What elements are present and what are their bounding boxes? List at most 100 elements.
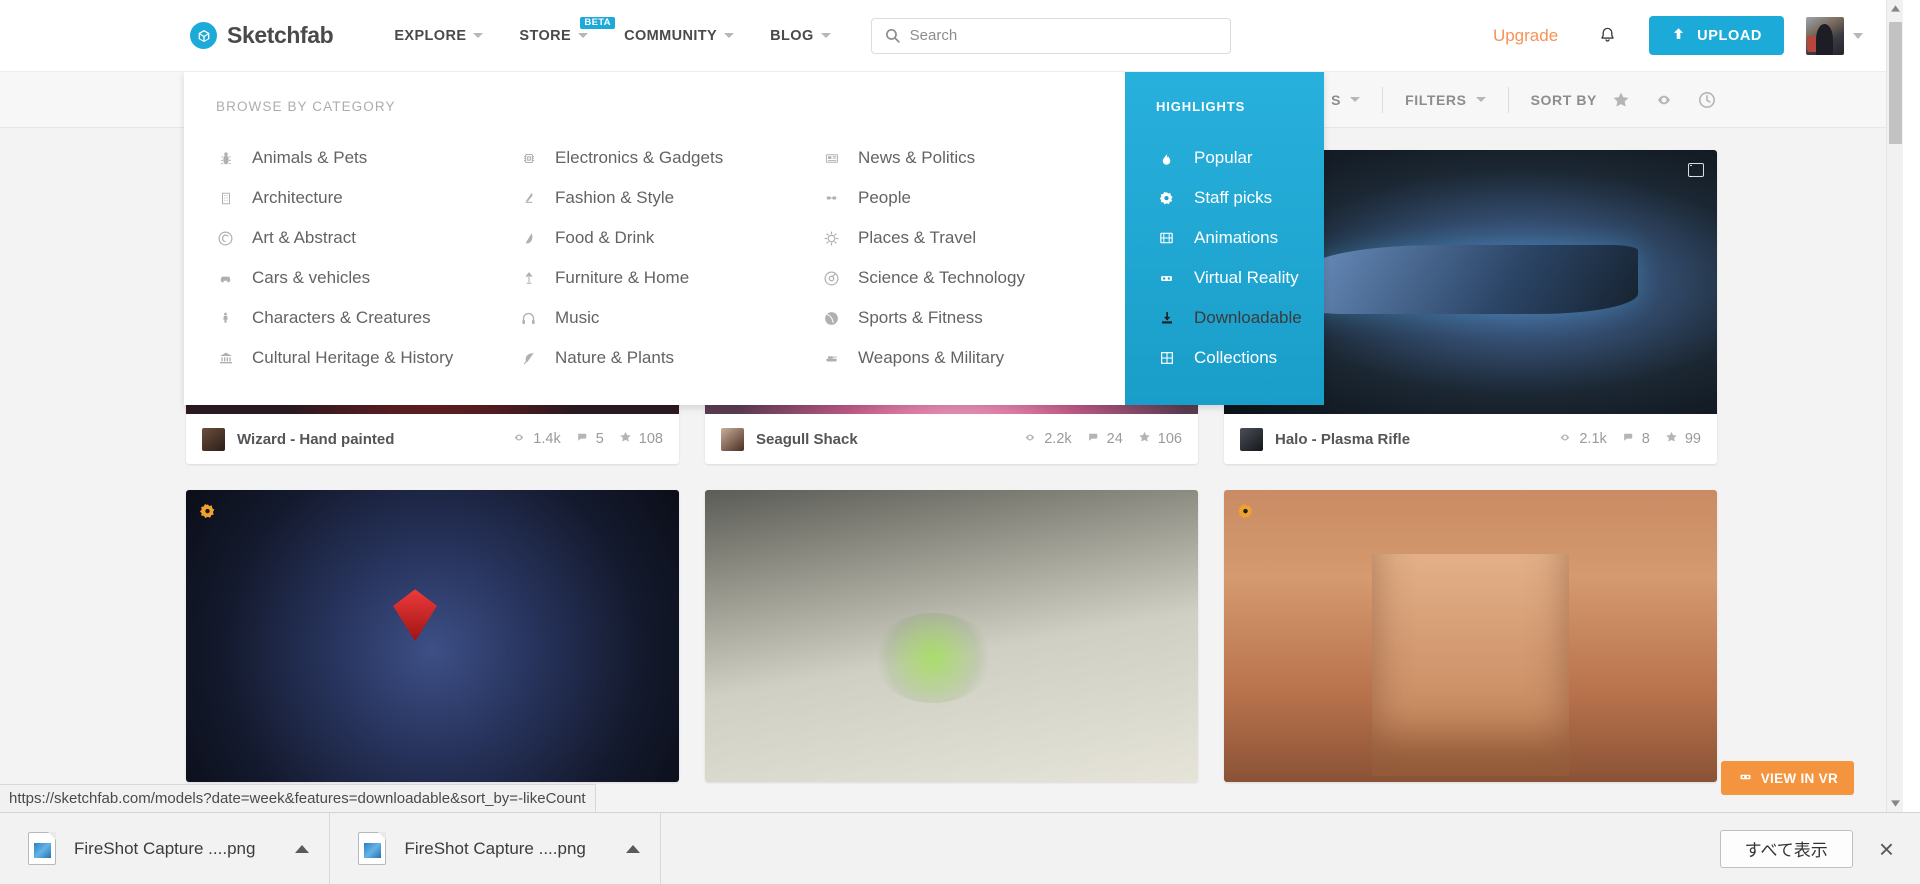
likes-stat: 99 — [1664, 430, 1701, 448]
download-item[interactable]: FireShot Capture ....png — [0, 812, 331, 884]
search-input[interactable] — [870, 17, 1231, 54]
png-file-icon — [358, 832, 387, 865]
category-item-nature-plants[interactable]: Nature & Plants — [519, 338, 822, 378]
category-item-furniture-home[interactable]: Furniture & Home — [519, 258, 822, 298]
category-item-music[interactable]: Music — [519, 298, 822, 338]
filter-categories-label: S — [1331, 91, 1342, 108]
nav-item-blog[interactable]: BLOG — [752, 0, 849, 72]
category-label: Animals & Pets — [252, 148, 368, 167]
filters-dropdown[interactable]: FILTERS — [1383, 86, 1509, 113]
chevron-down-icon — [820, 33, 831, 38]
chevron-up-icon[interactable] — [625, 844, 640, 853]
nav-item-store[interactable]: STORE BETA — [501, 0, 615, 72]
page-scrollbar[interactable] — [1886, 0, 1903, 812]
newspaper-icon — [822, 151, 841, 166]
chevron-up-icon[interactable] — [295, 844, 310, 853]
category-item-art-abstract[interactable]: Art & Abstract — [216, 218, 519, 258]
sort-icons — [1597, 90, 1717, 110]
download-item[interactable]: FireShot Capture ....png — [330, 812, 661, 884]
model-thumbnail[interactable] — [705, 490, 1198, 782]
category-item-weapons-military[interactable]: Weapons & Military — [822, 338, 1125, 378]
highlight-label: Virtual Reality — [1194, 268, 1299, 287]
category-column-2: Electronics & Gadgets Fashion & Style Fo… — [519, 138, 822, 378]
highlight-item-downloadable[interactable]: Downloadable — [1156, 298, 1324, 338]
model-card[interactable] — [1224, 490, 1717, 782]
category-label: People — [858, 188, 911, 207]
notifications-bell-icon[interactable] — [1598, 25, 1617, 46]
eye-icon — [1022, 431, 1038, 447]
car-icon — [216, 271, 235, 286]
highlight-item-popular[interactable]: Popular — [1156, 138, 1324, 178]
headphones-icon — [519, 310, 538, 327]
model-thumbnail[interactable] — [186, 490, 679, 782]
upgrade-link[interactable]: Upgrade — [1493, 26, 1558, 46]
avatar — [1806, 16, 1844, 55]
category-item-people[interactable]: People — [822, 178, 1125, 218]
comments-stat: 24 — [1086, 431, 1123, 448]
category-item-food-drink[interactable]: Food & Drink — [519, 218, 822, 258]
upload-arrow-icon — [1671, 26, 1686, 45]
eye-icon[interactable] — [1653, 92, 1675, 108]
likes-stat: 108 — [618, 430, 663, 448]
comment-icon — [575, 431, 590, 448]
scroll-up-arrow-icon[interactable] — [1887, 0, 1903, 17]
model-card[interactable] — [186, 490, 679, 782]
upload-button[interactable]: UPLOAD — [1649, 16, 1784, 55]
filters-label: FILTERS — [1405, 91, 1467, 108]
highlight-item-animations[interactable]: Animations — [1156, 218, 1324, 258]
author-avatar[interactable] — [202, 427, 225, 451]
likes-stat: 106 — [1137, 430, 1182, 448]
nav-label-community: COMMUNITY — [624, 27, 718, 44]
status-bar-url: https://sketchfab.com/models?date=week&f… — [0, 784, 596, 812]
model-stats: 2.1k 8 99 — [1557, 430, 1701, 448]
nav-item-explore[interactable]: EXPLORE — [376, 0, 501, 72]
view-in-vr-label: VIEW IN VR — [1760, 770, 1838, 786]
show-all-downloads-button[interactable]: すべて表示 — [1719, 829, 1853, 868]
model-title[interactable]: Halo - Plasma Rifle — [1275, 431, 1410, 448]
author-avatar[interactable] — [1240, 427, 1263, 451]
explore-mega-menu: BROWSE BY CATEGORY Animals & Pets Archit… — [184, 71, 1324, 405]
category-item-characters-creatures[interactable]: Characters & Creatures — [216, 298, 519, 338]
star-icon[interactable] — [1611, 90, 1631, 110]
category-item-fashion-style[interactable]: Fashion & Style — [519, 178, 822, 218]
model-thumbnail[interactable] — [1224, 490, 1717, 782]
highlights-panel: HIGHLIGHTS Popular Staff picks Animation… — [1125, 71, 1324, 405]
model-card[interactable] — [705, 490, 1198, 782]
author-avatar[interactable] — [721, 427, 744, 451]
category-item-animals-pets[interactable]: Animals & Pets — [216, 138, 519, 178]
highheel-icon — [519, 190, 538, 207]
highlight-item-collections[interactable]: Collections — [1156, 338, 1324, 378]
model-title[interactable]: Seagull Shack — [756, 431, 858, 448]
category-column-1: Animals & Pets Architecture Art & Abstra… — [216, 138, 519, 378]
category-item-places-travel[interactable]: Places & Travel — [822, 218, 1125, 258]
category-item-news-politics[interactable]: News & Politics — [822, 138, 1125, 178]
clock-icon[interactable] — [1697, 90, 1717, 110]
highlight-item-virtual-reality[interactable]: Virtual Reality — [1156, 258, 1324, 298]
highlight-item-staff-picks[interactable]: Staff picks — [1156, 178, 1324, 218]
grid-icon — [1156, 350, 1177, 366]
chip-icon — [519, 150, 538, 167]
category-item-cultural-heritage-history[interactable]: Cultural Heritage & History — [216, 338, 519, 378]
category-item-science-technology[interactable]: Science & Technology — [822, 258, 1125, 298]
building-icon — [216, 190, 235, 207]
vr-goggles-icon — [1737, 771, 1754, 786]
chevron-down-icon — [1350, 97, 1361, 102]
nav-item-community[interactable]: COMMUNITY — [606, 0, 752, 72]
header-actions: Upgrade UPLOAD — [1493, 16, 1863, 55]
category-item-architecture[interactable]: Architecture — [216, 178, 519, 218]
category-item-cars-vehicles[interactable]: Cars & vehicles — [216, 258, 519, 298]
view-in-vr-button[interactable]: VIEW IN VR — [1720, 761, 1854, 795]
browse-by-category-panel: BROWSE BY CATEGORY Animals & Pets Archit… — [184, 71, 1125, 405]
category-item-sports-fitness[interactable]: Sports & Fitness — [822, 298, 1125, 338]
category-item-electronics-gadgets[interactable]: Electronics & Gadgets — [519, 138, 822, 178]
model-title[interactable]: Wizard - Hand painted — [237, 431, 394, 448]
animated-badge-icon — [1688, 163, 1704, 177]
user-menu[interactable] — [1806, 16, 1863, 55]
sketchfab-logo[interactable]: Sketchfab — [190, 22, 334, 49]
scrollbar-thumb[interactable] — [1889, 22, 1902, 144]
close-icon[interactable]: × — [1879, 836, 1894, 862]
upload-button-label: UPLOAD — [1697, 27, 1762, 44]
highlight-label: Staff picks — [1194, 188, 1273, 207]
sketchfab-logo-icon — [190, 22, 217, 49]
scroll-down-arrow-icon[interactable] — [1887, 795, 1903, 812]
